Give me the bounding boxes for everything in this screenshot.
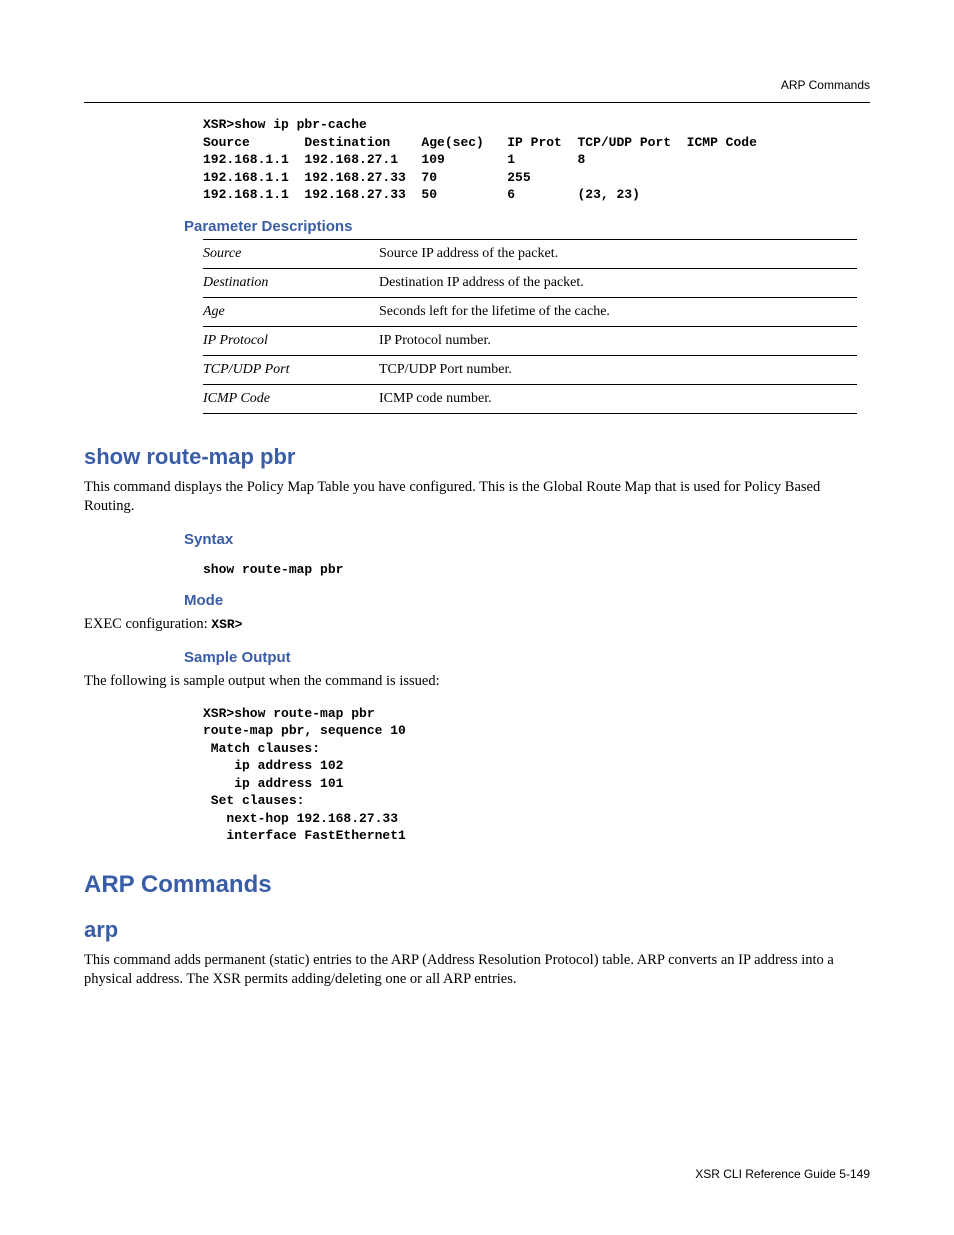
arp-cmd-heading: arp	[84, 917, 870, 943]
table-row: TCP/UDP Port TCP/UDP Port number.	[203, 355, 857, 384]
param-desc: Seconds left for the lifetime of the cac…	[379, 297, 857, 326]
page-content: XSR>show ip pbr-cache Source Destination…	[84, 116, 870, 990]
page-footer: XSR CLI Reference Guide 5-149	[695, 1167, 870, 1181]
routemap-description: This command displays the Policy Map Tab…	[84, 478, 870, 517]
syntax-heading: Syntax	[184, 531, 870, 548]
running-header: ARP Commands	[781, 78, 870, 92]
routemap-sample-output: XSR>show route-map pbr route-map pbr, se…	[203, 705, 870, 845]
mode-text: EXEC configuration: XSR>	[84, 615, 870, 635]
param-name: Age	[203, 297, 379, 326]
param-name: TCP/UDP Port	[203, 355, 379, 384]
table-row: Source Source IP address of the packet.	[203, 239, 857, 268]
param-name: IP Protocol	[203, 326, 379, 355]
param-name: Source	[203, 239, 379, 268]
show-route-map-heading: show route-map pbr	[84, 444, 870, 470]
table-row: ICMP Code ICMP code number.	[203, 384, 857, 413]
param-desc: Source IP address of the packet.	[379, 239, 857, 268]
mode-prefix: EXEC configuration:	[84, 616, 211, 632]
header-rule	[84, 102, 870, 103]
param-desc: ICMP code number.	[379, 384, 857, 413]
table-row: Age Seconds left for the lifetime of the…	[203, 297, 857, 326]
sample-output-heading: Sample Output	[184, 649, 870, 666]
param-name: ICMP Code	[203, 384, 379, 413]
param-desc: IP Protocol number.	[379, 326, 857, 355]
arp-commands-heading: ARP Commands	[84, 871, 870, 899]
parameter-table: Source Source IP address of the packet. …	[203, 239, 857, 414]
param-desc: Destination IP address of the packet.	[379, 268, 857, 297]
table-row: IP Protocol IP Protocol number.	[203, 326, 857, 355]
sample-intro: The following is sample output when the …	[84, 672, 870, 692]
param-desc-heading: Parameter Descriptions	[184, 218, 870, 235]
mode-heading: Mode	[184, 592, 870, 609]
param-name: Destination	[203, 268, 379, 297]
page: ARP Commands XSR>show ip pbr-cache Sourc…	[0, 0, 954, 1235]
table-row: Destination Destination IP address of th…	[203, 268, 857, 297]
mode-prompt: XSR>	[211, 617, 242, 632]
syntax-command: show route-map pbr	[203, 561, 870, 579]
param-desc: TCP/UDP Port number.	[379, 355, 857, 384]
pbr-cache-output: XSR>show ip pbr-cache Source Destination…	[203, 116, 870, 204]
arp-description: This command adds permanent (static) ent…	[84, 951, 870, 990]
